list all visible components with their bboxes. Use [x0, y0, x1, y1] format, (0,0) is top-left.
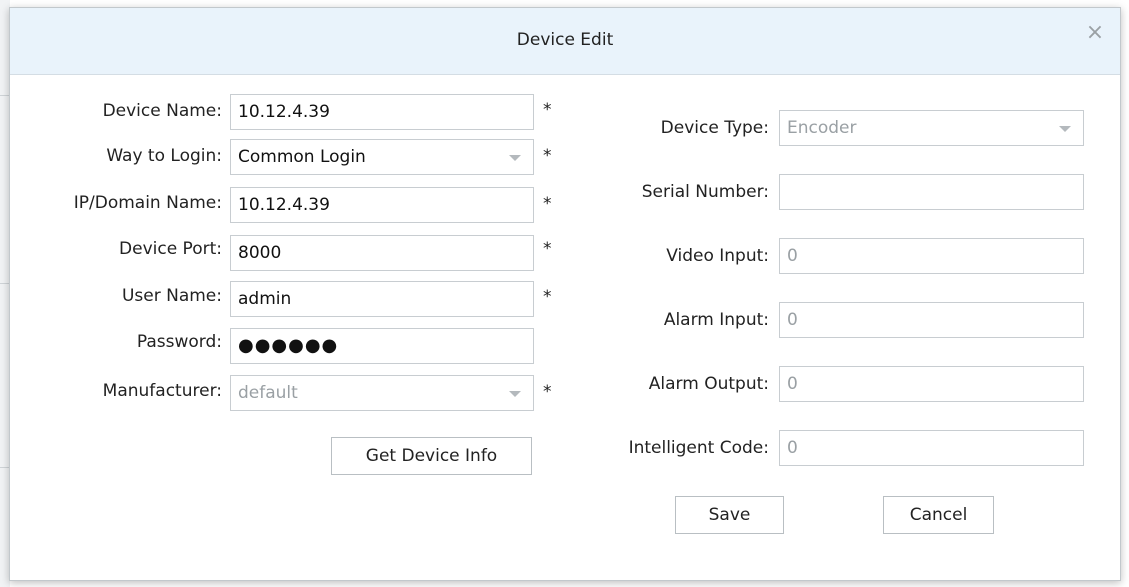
alarm-input-label: Alarm Input:	[663, 310, 769, 330]
way-to-login-value: Common Login	[238, 147, 366, 167]
ip-domain-input[interactable]: 10.12.4.39	[230, 187, 534, 223]
user-name-label: User Name:	[121, 286, 222, 306]
required-marker: *	[543, 382, 552, 402]
device-type-label: Device Type:	[660, 118, 769, 138]
manufacturer-select[interactable]: default	[230, 375, 534, 411]
device-port-input[interactable]: 8000	[230, 235, 534, 271]
chevron-down-icon	[509, 391, 521, 397]
device-type-select[interactable]: Encoder	[779, 110, 1084, 146]
chevron-down-icon	[509, 155, 521, 161]
video-input-field[interactable]: 0	[779, 238, 1084, 274]
device-name-input[interactable]: 10.12.4.39	[230, 94, 534, 130]
get-device-info-button[interactable]: Get Device Info	[331, 437, 532, 475]
chevron-down-icon	[1059, 126, 1071, 132]
close-icon[interactable]: ×	[1084, 22, 1106, 44]
way-to-login-label: Way to Login:	[106, 146, 222, 166]
serial-number-input[interactable]	[779, 174, 1084, 210]
required-marker: *	[543, 287, 552, 307]
device-port-label: Device Port:	[119, 239, 222, 259]
alarm-output-label: Alarm Output:	[648, 374, 769, 394]
cancel-button[interactable]: Cancel	[883, 496, 994, 534]
serial-number-label: Serial Number:	[641, 182, 769, 202]
required-marker: *	[543, 239, 552, 259]
save-button[interactable]: Save	[675, 496, 784, 534]
video-input-label: Video Input:	[666, 246, 769, 266]
dialog-title: Device Edit	[516, 30, 614, 50]
ip-domain-label: IP/Domain Name:	[73, 193, 222, 213]
manufacturer-label: Manufacturer:	[102, 381, 222, 401]
required-marker: *	[543, 194, 552, 214]
alarm-output-field[interactable]: 0	[779, 366, 1084, 402]
password-input[interactable]: ●●●●●●	[230, 328, 534, 364]
device-name-label: Device Name:	[102, 101, 222, 121]
required-marker: *	[543, 100, 552, 120]
manufacturer-value: default	[238, 383, 298, 403]
intelligent-code-field[interactable]: 0	[779, 430, 1084, 466]
device-edit-dialog: Device Edit × Device Name: 10.12.4.39 * …	[9, 7, 1121, 581]
alarm-input-field[interactable]: 0	[779, 302, 1084, 338]
password-label: Password:	[136, 332, 222, 352]
required-marker: *	[543, 146, 552, 166]
user-name-input[interactable]: admin	[230, 281, 534, 317]
dialog-titlebar: Device Edit ×	[10, 8, 1120, 75]
way-to-login-select[interactable]: Common Login	[230, 139, 534, 175]
device-type-value: Encoder	[787, 118, 857, 138]
intelligent-code-label: Intelligent Code:	[628, 438, 769, 458]
